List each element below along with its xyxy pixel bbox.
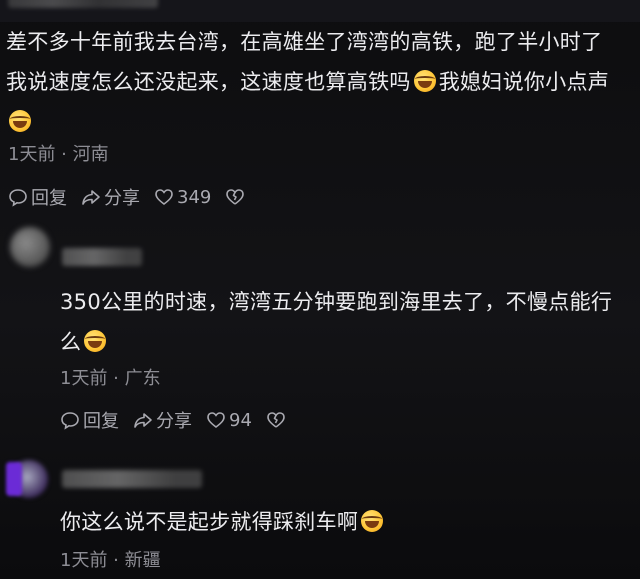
comment-2-body: 350公里的时速，湾湾五分钟要跑到海里去了，不慢点能行么 [60, 290, 613, 354]
comment-1-meta: 1天前 · 河南 [8, 144, 109, 165]
reply-icon [9, 189, 27, 207]
dislike-button[interactable] [225, 187, 248, 207]
share-label: 分享 [156, 411, 192, 432]
like-count: 349 [177, 186, 212, 208]
share-button[interactable]: 分享 [81, 184, 140, 210]
comment-2-meta: 1天前 · 广东 [60, 368, 161, 389]
laughing-tears-icon [413, 70, 436, 92]
reply-icon [61, 412, 79, 430]
share-label: 分享 [104, 188, 140, 209]
comment-1-time: 1天前 [8, 144, 56, 165]
reply-button[interactable]: 回复 [60, 407, 119, 433]
comment-1-body-tail: 我媳妇说你小点声 [438, 70, 610, 94]
heart-icon [155, 189, 173, 206]
like-button[interactable]: 349 [154, 187, 211, 208]
broken-heart-icon [267, 412, 285, 428]
like-count: 94 [229, 409, 252, 431]
comment-2-text: 350公里的时速，湾湾五分钟要跑到海里去了，不慢点能行么 [60, 282, 620, 362]
comment-3-meta: 1天前 · 新疆 [60, 550, 161, 571]
grimace-icon [9, 110, 31, 132]
top-strip [0, 0, 640, 22]
heart-icon [207, 412, 225, 429]
reply-label: 回复 [83, 411, 119, 432]
rolling-laughing-icon [84, 330, 107, 352]
comment-3-location: 新疆 [124, 550, 161, 571]
avatar-accent [6, 462, 22, 496]
comment-1-actions: 回复 分享 349 [8, 184, 248, 210]
blurred-username-top [8, 0, 158, 8]
broken-heart-icon [226, 189, 245, 205]
comment-1-text: 差不多十年前我去台湾，在高雄坐了湾湾的高铁，跑了半小时了我说速度怎么还没起来，这… [6, 22, 616, 142]
comment-3-body: 你这么说不是起步就得踩刹车啊 [60, 510, 359, 534]
comment-1-location: 河南 [72, 144, 109, 165]
comment-2-time: 1天前 [60, 368, 108, 389]
comment-3-time: 1天前 [60, 550, 108, 571]
reply-button[interactable]: 回复 [8, 184, 67, 210]
blurred-username[interactable] [62, 248, 142, 266]
comment-2-actions: 回复 分享 94 [60, 407, 289, 433]
avatar[interactable] [10, 227, 50, 267]
dislike-button[interactable] [266, 410, 289, 430]
comment-2-location: 广东 [124, 368, 161, 389]
rolling-laughing-icon [361, 510, 384, 532]
share-button[interactable]: 分享 [133, 407, 192, 433]
share-icon [134, 413, 152, 428]
like-button[interactable]: 94 [206, 410, 252, 431]
blurred-username[interactable] [62, 470, 202, 488]
comment-3-text: 你这么说不是起步就得踩刹车啊 [60, 502, 620, 542]
share-icon [82, 190, 100, 205]
reply-label: 回复 [31, 188, 67, 209]
